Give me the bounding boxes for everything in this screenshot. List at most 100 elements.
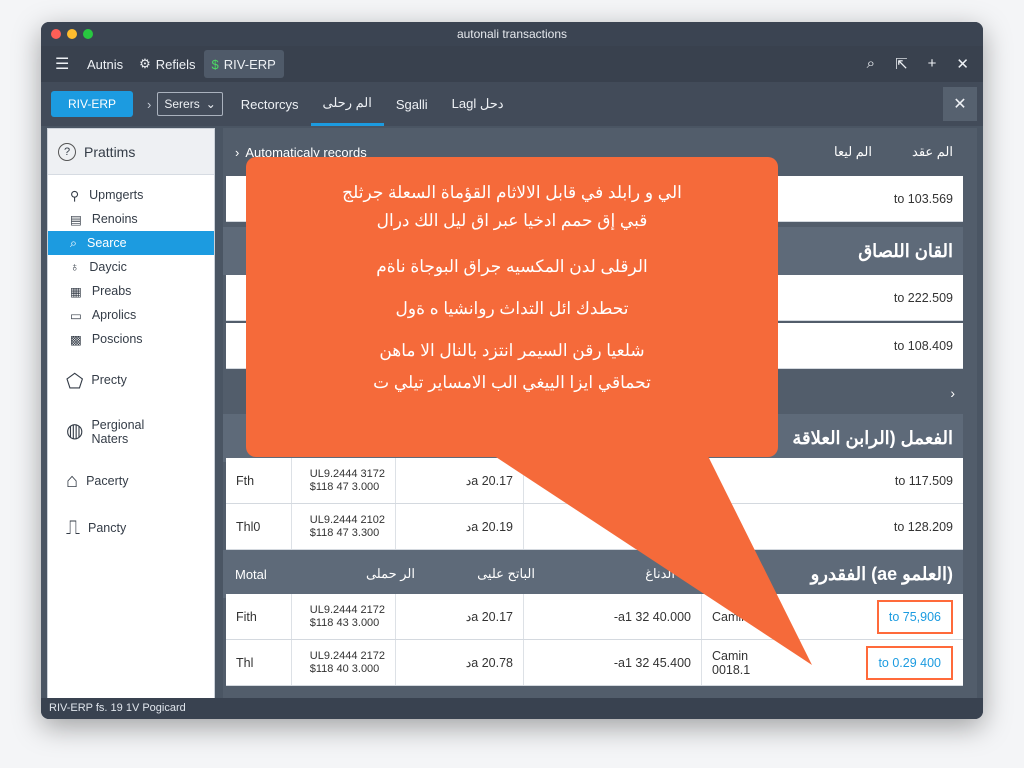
alert-icon: ⬠	[66, 371, 84, 393]
header-column: الم ليعا	[834, 144, 872, 159]
tab-active[interactable]: الم رحلی	[310, 82, 384, 126]
callout-tooltip: الي و رابلد في قابل الالاثام القؤماة الس…	[246, 157, 778, 457]
gear-icon: ⚙	[139, 56, 151, 71]
sidebar-item-preabs[interactable]: ▦ Preabs	[48, 279, 214, 303]
dollar-icon: $	[211, 56, 219, 72]
cell-value: -a1 32 45.400	[524, 640, 702, 685]
sidebar-title: Prattims	[84, 143, 136, 160]
cell-name: Fth	[226, 458, 292, 503]
sidebar-item-aprolics[interactable]: ▭ Aprolics	[48, 303, 214, 327]
amount-cell: to 128.209	[893, 519, 953, 534]
sidebar-item-label: Pergional Naters	[91, 418, 145, 446]
status-bar: RIV-ERP fs. 19 1V Pogicard	[41, 698, 983, 719]
chevron-down-icon: ⌄	[205, 97, 216, 111]
sidebar-item-label: Renoins	[91, 212, 138, 226]
sidebar: ? Prattims ⚲ Upmgerts ▤ Renoins ⌕ Searce ♁ D…	[47, 128, 215, 699]
sidebar-item-label: Poscions	[91, 332, 143, 346]
menu-item-riv-erp[interactable]: $ RIV-ERP	[203, 50, 284, 78]
sidebar-item-upmgerts[interactable]: ⚲ Upmgerts	[48, 183, 214, 207]
menubar-actions: ⌕ ⇱ + ✕	[867, 55, 969, 73]
search-icon[interactable]: ⌕	[867, 55, 875, 73]
menu-item-autnis[interactable]: Autnis	[79, 50, 131, 78]
cell-date: دa 20.17	[396, 458, 524, 503]
chevron-right-icon: ›	[950, 385, 955, 401]
callout-line: قبي إق حمم ادخيا عبر اق ليل الك درال	[376, 211, 648, 230]
section-title: الفعمل (الرابن العلاقة	[792, 427, 953, 448]
menu-label: Autnis	[87, 56, 124, 72]
plus-icon[interactable]: +	[928, 55, 937, 73]
sidebar-item-label: Upmgerts	[89, 188, 144, 202]
sidebar-item-pacerty[interactable]: ⌂ Pacerty	[48, 470, 214, 493]
sidebar-item-precty[interactable]: ⬠ Precty	[48, 369, 214, 394]
column-header: الباتح عليی	[477, 566, 535, 581]
close-window-button[interactable]	[51, 29, 61, 39]
menu-bar: ☰ Autnis ⚙ Refiels $ RIV-ERP ⌕ ⇱ + ✕	[41, 46, 983, 82]
riv-erp-button[interactable]: RIV-ERP	[51, 91, 133, 117]
header-column: الم عقد	[912, 144, 953, 159]
table-row[interactable]: Fth UL9.2444 3172 $118 47 3.000 دa 20.17…	[226, 458, 963, 504]
table-row[interactable]: Fith UL9.2444 2172 $118 43 3.000 دa 20.1…	[226, 594, 963, 640]
cell-code: UL9.2444 2172 $118 40 3.000	[292, 640, 396, 685]
callout-line: تحطدك ائل التداث روانشيا ه ةول	[395, 299, 629, 318]
sidebar-item-pancty[interactable]: ⎍ Pancty	[48, 517, 214, 540]
sidebar-item-label: Preabs	[91, 284, 132, 298]
sidebar-item-renoins[interactable]: ▤ Renoins	[48, 207, 214, 231]
menu-item-refiels[interactable]: ⚙ Refiels	[131, 50, 203, 78]
highlighted-amount[interactable]: to 0.29 400	[866, 645, 953, 680]
toolbar: RIV-ERP › Serers ⌄ Rectorcys الم رحلی Sg…	[41, 82, 983, 126]
sidebar-item-pergional-naters[interactable]: ◍ Pergional Naters	[48, 418, 214, 446]
hamburger-icon[interactable]: ☰	[55, 54, 69, 74]
column-header: الر حملی	[365, 566, 415, 581]
cell-name: Fith	[226, 594, 292, 639]
amount-cell: to 103.569	[893, 191, 953, 206]
column-header: Motal	[235, 566, 267, 582]
chevron-right-icon: ›	[147, 96, 152, 112]
close-panel-button[interactable]: ✕	[943, 87, 977, 121]
close-icon[interactable]: ✕	[956, 55, 969, 73]
callout-line: الي و رابلد في قابل الالاثام القؤماة الس…	[342, 183, 682, 202]
grid-icon: ▩	[70, 332, 82, 347]
info-circle-icon: ?	[58, 142, 76, 161]
pin-icon: ♁	[70, 260, 80, 274]
amount-cell: to 108.409	[893, 338, 953, 353]
table-header: Motal الر حملی الباتح عليی الدناغ الفقدر…	[223, 550, 963, 598]
sidebar-big-list: ⬠ Precty ◍ Pergional Naters ⌂ Pacerty ⎍ Panc…	[48, 369, 214, 540]
sidebar-item-daycic[interactable]: ♁ Daycic	[48, 255, 214, 279]
callout-line: تحماقي ايزا الييغي الب الامساير تيلي ت	[373, 373, 651, 392]
globe-icon: ◍	[66, 420, 84, 442]
sidebar-item-poscions[interactable]: ▩ Poscions	[48, 327, 214, 351]
export-icon[interactable]: ⇱	[895, 55, 908, 73]
tab-lagl[interactable]: Lagl دحل	[440, 82, 516, 126]
link-icon: ⚲	[70, 188, 80, 203]
column-header: الدناغ	[645, 566, 675, 581]
menu-label: RIV-ERP	[223, 56, 276, 72]
highlighted-amount[interactable]: to 75,906	[876, 599, 953, 634]
title-bar: autonali transactions	[41, 22, 983, 46]
cell-value: -a1 32 40.000	[524, 594, 702, 639]
cell-name: Thl	[226, 640, 292, 685]
tab-rectorcys[interactable]: Rectorcys	[229, 82, 311, 126]
sidebar-header: ? Prattims	[48, 129, 214, 175]
search-icon: ⌕	[70, 235, 78, 250]
cell-date: دa 20.78	[396, 640, 524, 685]
cell-code: UL9.2444 3172 $118 47 3.000	[292, 458, 396, 503]
document-icon: ▤	[70, 212, 82, 227]
sidebar-item-label: Precty	[91, 373, 127, 387]
callout-line: الرقلى لدن المكسيه جراق البوجاة ناةم	[376, 257, 648, 276]
sidebar-item-searce[interactable]: ⌕ Searce	[48, 231, 214, 255]
menu-label: Refiels	[155, 56, 196, 72]
chart-icon: ⎍	[66, 517, 80, 539]
cell-code: UL9.2444 2102 $118 47 3.300	[292, 504, 396, 549]
monitor-icon: ▭	[70, 308, 82, 323]
minimize-window-button[interactable]	[67, 29, 77, 39]
server-select[interactable]: Serers ⌄	[157, 92, 223, 116]
sidebar-item-label: Aprolics	[91, 308, 137, 322]
home-icon: ⌂	[66, 470, 79, 492]
table-row[interactable]: Thl0 UL9.2444 2102 $118 47 3.300 دa 20.1…	[226, 504, 963, 550]
tab-sgalli[interactable]: Sgalli	[384, 82, 440, 126]
table-row[interactable]: Thl UL9.2444 2172 $118 40 3.000 دa 20.78…	[226, 640, 963, 686]
chevron-icon: ›	[235, 144, 240, 160]
cell-type: Camin	[712, 609, 749, 624]
amount-cell: to 117.509	[894, 473, 953, 488]
maximize-window-button[interactable]	[83, 29, 93, 39]
